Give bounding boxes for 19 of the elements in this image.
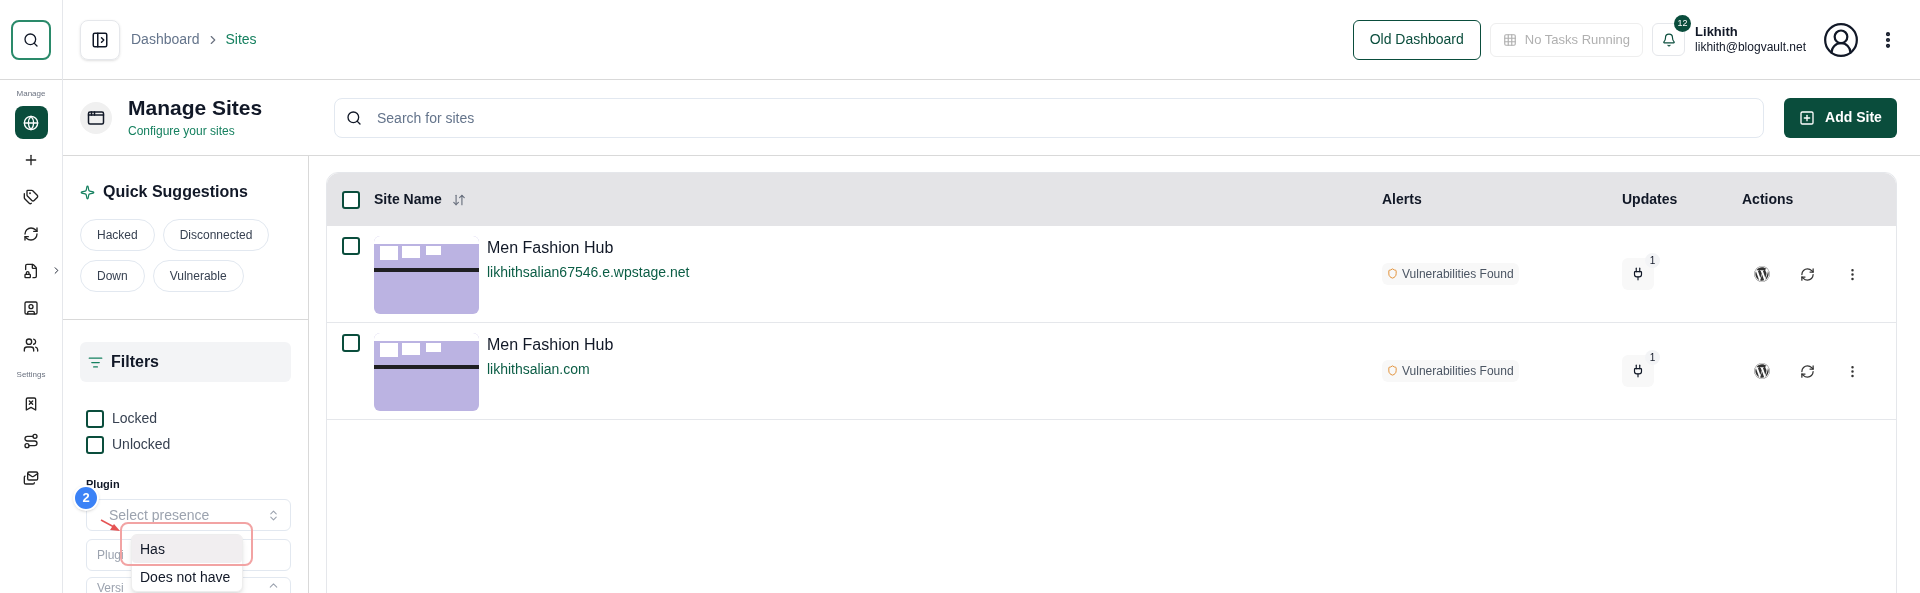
- field-label: Plugin: [86, 478, 120, 491]
- page-title: Manage Sites: [128, 95, 264, 122]
- user-name: Likhith: [1695, 23, 1739, 41]
- sidebar-section-label: Settings: [16, 369, 46, 381]
- column-header: Alerts: [1382, 191, 1422, 207]
- checkbox-label: Unlocked: [112, 435, 171, 454]
- user-email: likhith@blogvault.net: [1695, 40, 1806, 56]
- column-header: Updates: [1622, 191, 1678, 207]
- alert-tag: Vulnerabilities Found: [1382, 359, 1519, 382]
- page-subtitle: Configure your sites: [128, 122, 236, 140]
- sidebar-section-label: Manage: [16, 88, 46, 100]
- checkbox-label: Locked: [112, 409, 158, 428]
- column-header: Actions: [1742, 191, 1794, 207]
- update-count: 1: [1645, 253, 1660, 268]
- section-title: Quick Suggestions: [103, 182, 248, 202]
- section-title: Filters: [111, 352, 159, 372]
- alert-tag: Vulnerabilities Found: [1382, 262, 1519, 285]
- notification-count: 12: [1674, 15, 1692, 32]
- update-count: 1: [1645, 350, 1660, 365]
